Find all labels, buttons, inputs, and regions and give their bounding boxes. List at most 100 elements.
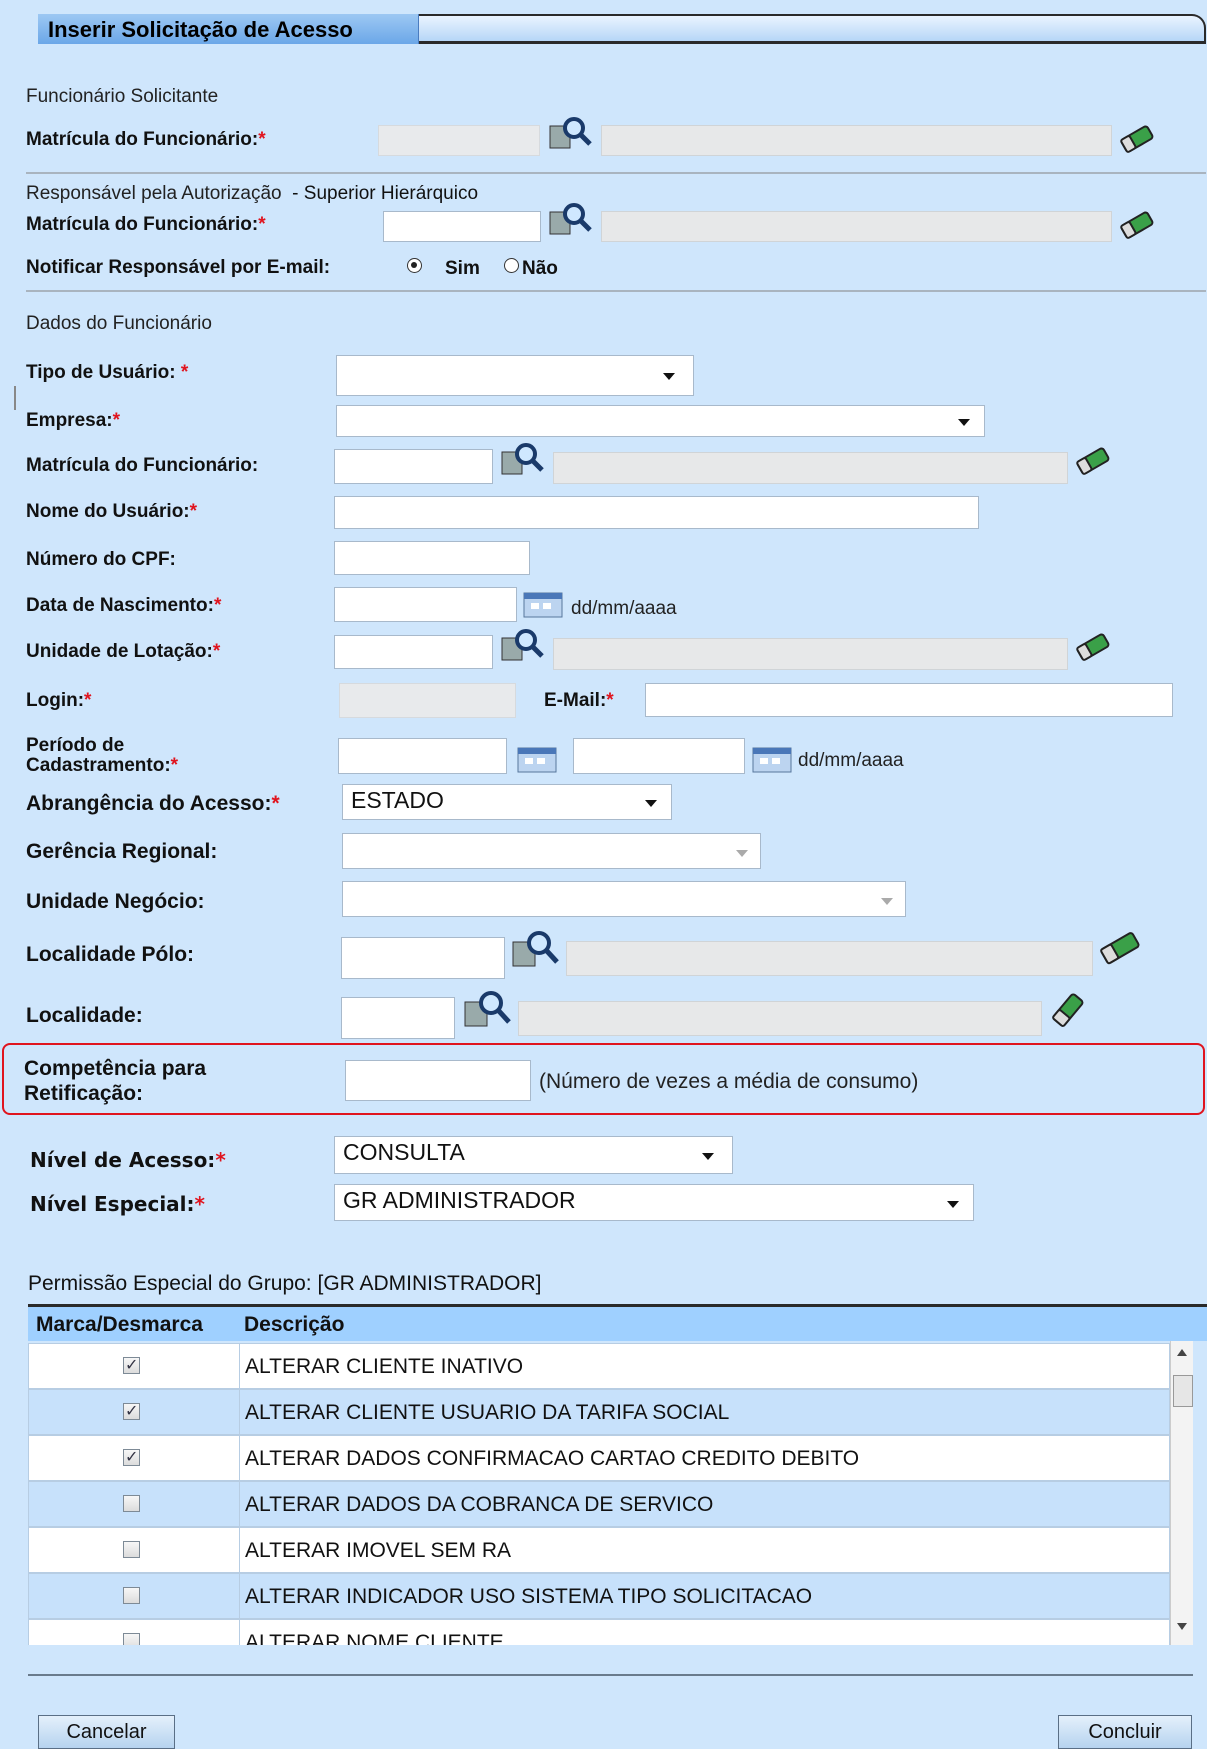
cancel-button[interactable]: Cancelar	[38, 1715, 175, 1749]
cpf-label: Número do CPF:	[26, 549, 176, 570]
search-icon[interactable]	[548, 202, 592, 238]
grid-header	[28, 1304, 1207, 1341]
checkbox-cell	[29, 1620, 240, 1645]
competencia-input[interactable]	[345, 1060, 531, 1101]
nivel-acesso-select[interactable]: CONSULTA	[334, 1136, 733, 1174]
chevron-down-icon	[881, 898, 893, 905]
unidade-negocio-select[interactable]	[342, 881, 906, 917]
table-row: ALTERAR IMOVEL SEM RA	[28, 1527, 1170, 1573]
footer-divider	[28, 1674, 1193, 1676]
calendar-icon[interactable]	[523, 592, 563, 618]
nascimento-label: Data de Nascimento:*	[26, 595, 222, 616]
checkbox-cell	[29, 1482, 240, 1526]
matricula-input[interactable]	[334, 449, 493, 484]
gerencia-select[interactable]	[342, 833, 761, 869]
row-checkbox[interactable]	[123, 1541, 140, 1558]
nivel-acesso-label: Nível de Acesso:*	[30, 1148, 226, 1172]
search-icon[interactable]	[500, 628, 544, 664]
tipo-usuario-select[interactable]	[336, 355, 694, 396]
abrangencia-select[interactable]: ESTADO	[342, 784, 672, 820]
cpf-input[interactable]	[334, 541, 530, 575]
row-description: ALTERAR NOME CLIENTE	[245, 1631, 504, 1645]
scroll-thumb[interactable]	[1173, 1375, 1193, 1407]
eraser-icon[interactable]	[1074, 446, 1112, 476]
matricula-nome-display	[553, 452, 1068, 484]
permissao-title: Permissão Especial do Grupo: [GR ADMINIS…	[28, 1272, 542, 1295]
table-row: ALTERAR INDICADOR USO SISTEMA TIPO SOLIC…	[28, 1573, 1170, 1619]
row-description: ALTERAR DADOS CONFIRMACAO CARTAO CREDITO…	[245, 1447, 860, 1470]
localidade-display	[518, 1001, 1042, 1036]
periodo-fim-input[interactable]	[573, 738, 745, 774]
localidade-label: Localidade:	[26, 1004, 143, 1027]
scroll-up-icon[interactable]	[1177, 1349, 1187, 1356]
table-row: ALTERAR CLIENTE INATIVO	[28, 1343, 1170, 1389]
responsavel-matricula-input[interactable]	[383, 211, 541, 242]
row-checkbox[interactable]	[123, 1495, 140, 1512]
nome-usuario-label: Nome do Usuário:*	[26, 501, 198, 522]
eraser-icon[interactable]	[1118, 124, 1156, 154]
checkbox-cell	[29, 1528, 240, 1572]
eraser-icon[interactable]	[1098, 931, 1142, 965]
search-icon[interactable]	[463, 990, 511, 1030]
col-desc-header: Descrição	[244, 1313, 345, 1336]
row-checkbox[interactable]	[123, 1633, 140, 1645]
eraser-icon[interactable]	[1048, 993, 1088, 1027]
submit-button[interactable]: Concluir	[1058, 1715, 1192, 1749]
radio-nao-label: Não	[522, 258, 558, 279]
divider	[26, 290, 1206, 292]
row-checkbox[interactable]	[123, 1587, 140, 1604]
table-row: ALTERAR DADOS DA COBRANCA DE SERVICO	[28, 1481, 1170, 1527]
nivel-especial-select[interactable]: GR ADMINISTRADOR	[334, 1184, 974, 1221]
unidade-lotacao-label: Unidade de Lotação:*	[26, 641, 221, 662]
abrangencia-value: ESTADO	[351, 787, 444, 813]
checkbox-cell	[29, 1574, 240, 1618]
chevron-down-icon	[702, 1153, 714, 1160]
eraser-icon[interactable]	[1118, 210, 1156, 240]
checkbox-cell	[29, 1390, 240, 1434]
radio-nao[interactable]	[504, 258, 519, 273]
solicitante-nome-display	[601, 125, 1112, 156]
calendar-icon[interactable]	[517, 747, 557, 773]
search-icon[interactable]	[500, 442, 544, 478]
section-dados-title: Dados do Funcionário	[26, 313, 212, 334]
chevron-down-icon	[958, 419, 970, 426]
section-solicitante-title: Funcionário Solicitante	[26, 86, 219, 107]
col-marca-header: Marca/Desmarca	[36, 1313, 203, 1336]
calendar-icon[interactable]	[752, 747, 792, 773]
eraser-icon[interactable]	[1074, 632, 1112, 662]
matricula-label: Matrícula do Funcionário:	[26, 455, 259, 476]
empresa-select[interactable]	[336, 405, 985, 437]
localidade-input[interactable]	[341, 997, 455, 1039]
radio-sim[interactable]	[407, 258, 422, 273]
row-description: ALTERAR CLIENTE USUARIO DA TARIFA SOCIAL	[245, 1401, 730, 1424]
nascimento-input[interactable]	[334, 587, 517, 622]
notify-label: Notificar Responsável por E-mail:	[26, 257, 331, 278]
competencia-label: Competência para Retificação:	[24, 1057, 207, 1105]
chevron-down-icon	[736, 850, 748, 857]
periodo-inicio-input[interactable]	[338, 738, 507, 774]
responsavel-matricula-label: Matrícula do Funcionário:*	[26, 214, 266, 235]
localidade-polo-input[interactable]	[341, 937, 505, 979]
search-icon[interactable]	[511, 930, 559, 970]
row-description: ALTERAR CLIENTE INATIVO	[245, 1355, 524, 1378]
scrollbar[interactable]	[1170, 1341, 1193, 1645]
row-description: ALTERAR DADOS DA COBRANCA DE SERVICO	[245, 1493, 714, 1516]
checkbox-cell	[29, 1344, 240, 1388]
solicitante-matricula-input[interactable]	[378, 125, 540, 156]
scroll-down-icon[interactable]	[1177, 1623, 1187, 1630]
nome-usuario-input[interactable]	[334, 496, 979, 529]
periodo-label: Período de Cadastramento:*	[26, 735, 179, 776]
section-responsavel-title: Responsável pela Autorização - Superior …	[26, 183, 479, 204]
abrangencia-label: Abrangência do Acesso:*	[26, 792, 280, 815]
email-input[interactable]	[645, 683, 1173, 717]
search-icon[interactable]	[548, 116, 592, 152]
nivel-especial-label: Nível Especial:*	[30, 1192, 205, 1216]
row-checkbox[interactable]	[123, 1355, 140, 1375]
solicitante-matricula-label: Matrícula do Funcionário:*	[26, 129, 266, 150]
table-row: ALTERAR CLIENTE USUARIO DA TARIFA SOCIAL	[28, 1389, 1170, 1435]
chevron-down-icon	[947, 1201, 959, 1208]
unidade-lotacao-input[interactable]	[334, 635, 493, 669]
nivel-acesso-value: CONSULTA	[343, 1139, 465, 1165]
row-checkbox[interactable]	[123, 1447, 140, 1467]
row-checkbox[interactable]	[123, 1401, 140, 1421]
